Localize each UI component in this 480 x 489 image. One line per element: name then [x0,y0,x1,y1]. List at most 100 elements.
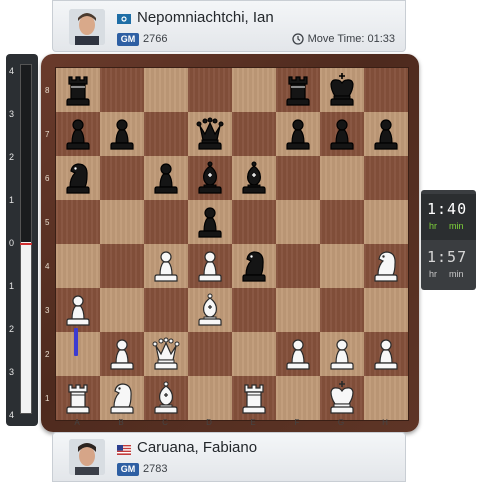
square-e2[interactable] [232,332,276,376]
white-pawn-icon[interactable] [100,332,144,376]
white-queen-icon[interactable] [144,332,188,376]
square-h2[interactable] [364,332,408,376]
square-g6[interactable] [320,156,364,200]
square-a5[interactable]: 5 [45,200,100,244]
player-name[interactable]: Caruana, Fabiano [137,439,257,456]
square-g2[interactable] [320,332,364,376]
square-f2[interactable] [276,332,320,376]
square-a8[interactable]: 8 [45,68,100,112]
square-d4[interactable] [188,244,232,288]
square-c3[interactable] [144,288,188,332]
square-e1[interactable] [232,376,276,420]
square-f6[interactable] [276,156,320,200]
square-f4[interactable] [276,244,320,288]
black-knight-icon[interactable] [56,156,100,200]
square-d6[interactable] [188,156,232,200]
square-a6[interactable]: 6 [45,156,100,200]
white-king-icon[interactable] [320,376,364,420]
square-g7[interactable] [320,112,364,156]
square-b2[interactable] [100,332,144,376]
black-bishop-icon[interactable] [232,156,276,200]
black-pawn-icon[interactable] [188,200,232,244]
square-b1[interactable] [100,376,144,420]
black-king-icon[interactable] [320,68,364,112]
square-f7[interactable] [276,112,320,156]
square-e8[interactable] [232,68,276,112]
square-g4[interactable] [320,244,364,288]
player-name[interactable]: Nepomniachtchi, Ian [137,9,274,26]
square-g8[interactable] [320,68,364,112]
square-b4[interactable] [100,244,144,288]
white-pawn-icon[interactable] [188,244,232,288]
square-d7[interactable] [188,112,232,156]
avatar[interactable] [69,9,105,45]
black-pawn-icon[interactable] [144,156,188,200]
white-bishop-icon[interactable] [144,376,188,420]
square-f3[interactable] [276,288,320,332]
white-knight-icon[interactable] [100,376,144,420]
black-rook-icon[interactable] [56,68,100,112]
square-c5[interactable] [144,200,188,244]
square-g3[interactable] [320,288,364,332]
square-f1[interactable] [276,376,320,420]
file-label: F [294,418,300,427]
square-c2[interactable] [144,332,188,376]
white-bishop-icon[interactable] [188,288,232,332]
square-g1[interactable] [320,376,364,420]
square-b8[interactable] [100,68,144,112]
square-b6[interactable] [100,156,144,200]
square-h6[interactable] [364,156,408,200]
square-a1[interactable]: 1 [45,376,100,420]
square-a3[interactable]: 3 [45,288,100,332]
square-a7[interactable]: 7 [45,112,100,156]
square-a4[interactable]: 4 [45,244,100,288]
square-e5[interactable] [232,200,276,244]
white-pawn-icon[interactable] [144,244,188,288]
square-e4[interactable] [232,244,276,288]
square-e6[interactable] [232,156,276,200]
square-h4[interactable] [364,244,408,288]
square-c7[interactable] [144,112,188,156]
white-rook-icon[interactable] [232,376,276,420]
square-d3[interactable] [188,288,232,332]
chess-board[interactable]: 8 7 6 5 4 3 2 1 [45,67,409,421]
white-pawn-icon[interactable] [276,332,320,376]
black-bishop-icon[interactable] [188,156,232,200]
square-h5[interactable] [364,200,408,244]
square-b5[interactable] [100,200,144,244]
white-pawn-icon[interactable] [320,332,364,376]
square-h3[interactable] [364,288,408,332]
square-c6[interactable] [144,156,188,200]
white-rook-icon[interactable] [56,376,100,420]
square-h7[interactable] [364,112,408,156]
square-c8[interactable] [144,68,188,112]
square-f8[interactable] [276,68,320,112]
square-b3[interactable] [100,288,144,332]
square-c4[interactable] [144,244,188,288]
black-rook-icon[interactable] [276,68,320,112]
white-pawn-icon[interactable] [56,288,100,332]
white-knight-icon[interactable] [364,244,408,288]
square-d5[interactable] [188,200,232,244]
square-e3[interactable] [232,288,276,332]
avatar[interactable] [69,439,105,475]
black-pawn-icon[interactable] [100,112,144,156]
black-pawn-icon[interactable] [320,112,364,156]
square-c1[interactable] [144,376,188,420]
square-a2[interactable]: 2 [45,332,100,376]
square-e7[interactable] [232,112,276,156]
square-d1[interactable] [188,376,232,420]
black-pawn-icon[interactable] [56,112,100,156]
black-knight-icon[interactable] [232,244,276,288]
white-pawn-icon[interactable] [364,332,408,376]
black-queen-icon[interactable] [188,112,232,156]
square-h8[interactable] [364,68,408,112]
square-g5[interactable] [320,200,364,244]
square-b7[interactable] [100,112,144,156]
black-pawn-icon[interactable] [276,112,320,156]
square-f5[interactable] [276,200,320,244]
square-d8[interactable] [188,68,232,112]
black-pawn-icon[interactable] [364,112,408,156]
square-h1[interactable] [364,376,408,420]
square-d2[interactable] [188,332,232,376]
